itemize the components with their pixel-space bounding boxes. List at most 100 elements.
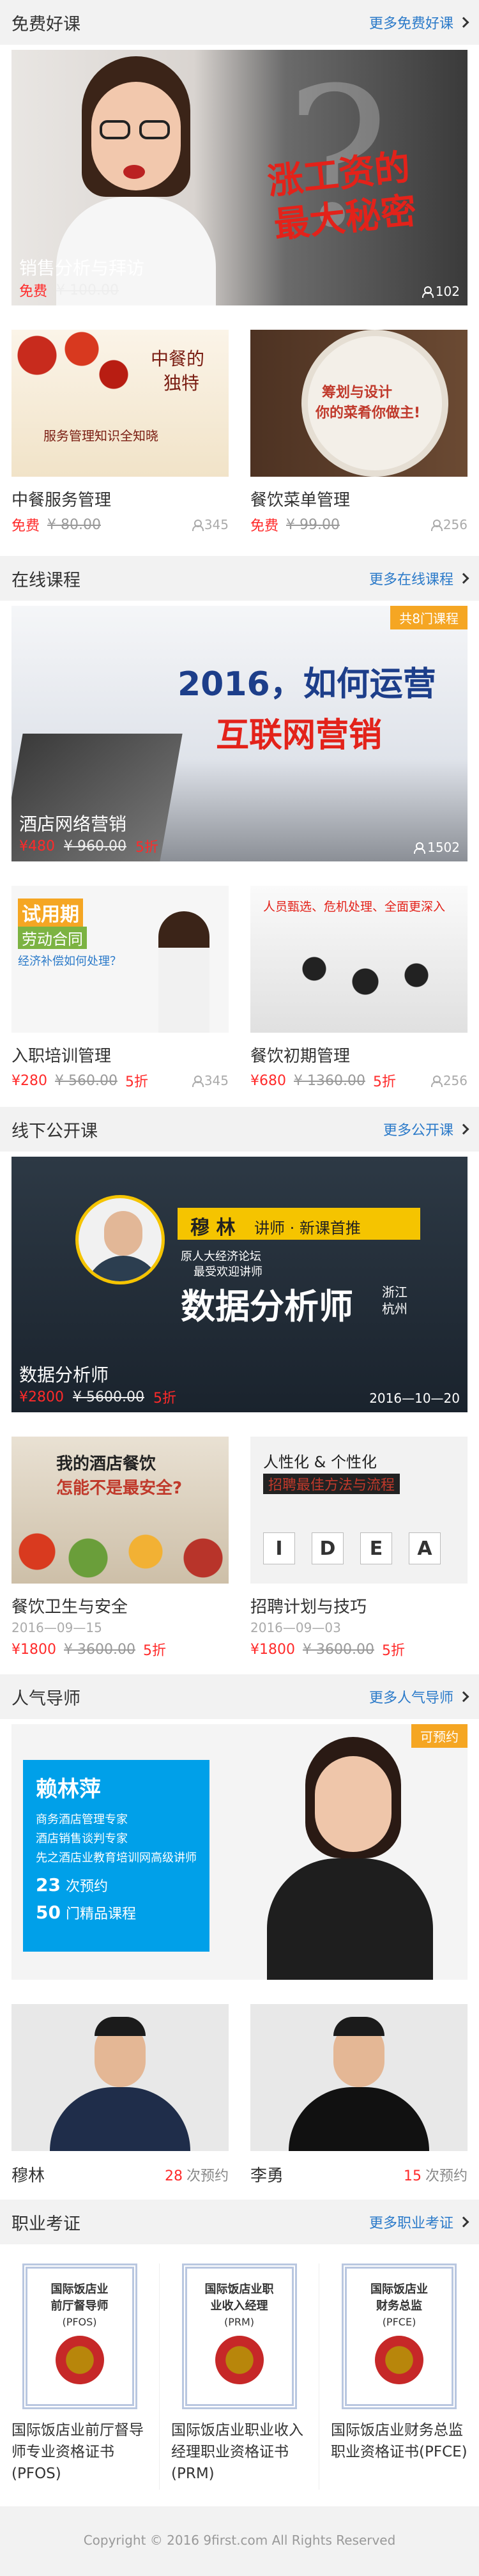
user-icon xyxy=(430,1076,443,1087)
more-mentor-link[interactable]: 更多人气导师 xyxy=(369,1686,469,1707)
art-title-1: 我的酒店餐饮 xyxy=(56,1454,156,1474)
hero-caption: 数据分析师 xyxy=(19,1364,109,1385)
more-online-link[interactable]: 更多在线课程 xyxy=(369,568,469,589)
cert-name: 国际饭店业职业收入经理职业资格证书(PRM) xyxy=(171,2422,303,2482)
course-stat: 50 门精品课程 xyxy=(36,1902,197,1923)
badge-title-2: 前厅督导师 xyxy=(50,2299,109,2313)
learner-count: 1502 xyxy=(413,840,460,855)
course-hero[interactable]: ? 涨工资的 最大秘密 销售分析与拜访 免费 ¥ 100.00 102 xyxy=(11,50,468,305)
banner-big-text: 数据分析师 xyxy=(181,1286,353,1327)
cert-badge: 国际饭店业 前厅督导师 (PFOS) xyxy=(22,2264,137,2409)
course-meta: 免费 ¥ 99.00 256 xyxy=(250,514,468,535)
mentor-card[interactable]: 李勇 15 次预约 xyxy=(250,2004,468,2186)
section-title: 职业考证 xyxy=(11,2214,80,2234)
course-hero[interactable]: 穆 林 讲师 · 新课首推 原人大经济论坛 最受欢迎讲师 数据分析师 浙江 杭州… xyxy=(11,1157,468,1412)
more-label: 更多人气导师 xyxy=(369,1690,453,1706)
course-image: 人员甄选、危机处理、全面更深入 xyxy=(250,886,468,1033)
section-header-online: 在线课程 更多在线课程 xyxy=(0,556,479,601)
mentor-row: 穆林 28 次预约 xyxy=(11,2163,229,2186)
mentor-name: 穆林 xyxy=(11,2166,45,2186)
badge-abbr: (PFOS) xyxy=(62,2316,97,2328)
original-price: ¥ 960.00 xyxy=(64,838,126,854)
course-card[interactable]: 筹划与设计 你的菜肴你做主! 餐饮菜单管理 免费 ¥ 99.00 256 xyxy=(250,330,468,535)
cert-card[interactable]: 国际饭店业职 业收入经理 (PRM) 国际饭店业职业收入经理职业资格证书(PRM… xyxy=(160,2264,319,2490)
course-card[interactable]: 人员甄选、危机处理、全面更深入 餐饮初期管理 ¥680 ¥ 1360.00 5折 2… xyxy=(250,886,468,1091)
badge-title-1: 国际饭店业 xyxy=(50,2283,109,2296)
mentor-card[interactable]: 穆林 28 次预约 xyxy=(11,2004,229,2186)
count-value: 102 xyxy=(435,284,460,299)
cert-card[interactable]: 国际饭店业 前厅督导师 (PFOS) 国际饭店业前厅督导师专业资格证书(PFOS… xyxy=(0,2264,160,2490)
course-hero[interactable]: 共8门课程 2016，如何运营 互联网营销 酒店网络营销 ¥480 ¥ 960.… xyxy=(11,606,468,861)
learner-count: 102 xyxy=(422,284,460,299)
section-body-offline: 穆 林 讲师 · 新课首推 原人大经济论坛 最受欢迎讲师 数据分析师 浙江 杭州… xyxy=(0,1152,479,1674)
course-image: 我的酒店餐饮 怎能不是最安全? xyxy=(11,1437,229,1584)
chevron-right-icon xyxy=(458,17,469,28)
booking-count: 15 次预约 xyxy=(404,2164,468,2185)
booking-number: 15 xyxy=(403,2168,422,2184)
badge-abbr: (PRM) xyxy=(224,2316,255,2328)
hero-caption: 销售分析与拜访 xyxy=(19,258,145,279)
course-card[interactable]: 我的酒店餐饮 怎能不是最安全? 餐饮卫生与安全 2016—09—15 ¥1800… xyxy=(11,1437,229,1660)
course-image: 人性化 & 个性化 招聘最佳方法与流程 I D E A xyxy=(250,1437,468,1584)
teacher-desc-2: 最受欢迎讲师 xyxy=(194,1265,262,1279)
badge-title-1: 国际饭店业职 xyxy=(204,2283,274,2296)
course-meta: ¥280 ¥ 560.00 5折 345 xyxy=(11,1070,229,1091)
badge-title-2: 业收入经理 xyxy=(210,2299,268,2313)
art-title-2: 独特 xyxy=(163,373,200,394)
cert-badge: 国际饭店业 财务总监 (PFCE) xyxy=(342,2264,457,2409)
stat-number: 50 xyxy=(36,1902,61,1923)
original-price: ¥ 560.00 xyxy=(55,1072,118,1089)
course-meta: 免费 ¥ 80.00 345 xyxy=(11,514,229,535)
teacher-avatar xyxy=(75,1195,165,1284)
hero-price: ¥480 ¥ 960.00 5折 xyxy=(19,836,158,856)
letter-block: E xyxy=(360,1532,392,1564)
badge-title-2: 财务总监 xyxy=(376,2299,422,2313)
user-icon xyxy=(192,520,204,531)
discount: 5折 xyxy=(135,840,158,856)
art-title-1: 中餐的 xyxy=(151,348,205,369)
section-body-mentor: 可预约 赖林萍 商务酒店管理专家 酒店销售谈判专家 先之酒店业教育培训网高级讲师… xyxy=(0,1719,479,2200)
price: ¥1800 xyxy=(250,1641,295,1658)
letter-block: A xyxy=(409,1532,441,1564)
cert-badge: 国际饭店业职 业收入经理 (PRM) xyxy=(181,2264,297,2409)
course-meta: ¥680 ¥ 1360.00 5折 256 xyxy=(250,1070,468,1091)
art-title-1: 人性化 & 个性化 xyxy=(263,1453,377,1471)
course-meta: ¥1800 ¥ 3600.00 5折 xyxy=(250,1639,468,1660)
price: ¥1800 xyxy=(11,1641,56,1658)
course-card[interactable]: 中餐的 独特 服务管理知识全知晓 中餐服务管理 免费 ¥ 80.00 345 xyxy=(11,330,229,535)
mentor-desc: 商务酒店管理专家 xyxy=(36,1813,128,1826)
mentor-hero[interactable]: 可预约 赖林萍 商务酒店管理专家 酒店销售谈判专家 先之酒店业教育培训网高级讲师… xyxy=(11,1724,468,1980)
original-price: ¥ 1360.00 xyxy=(294,1072,365,1089)
mentor-info-card: 赖林萍 商务酒店管理专家 酒店销售谈判专家 先之酒店业教育培训网高级讲师 23 次… xyxy=(23,1760,209,1952)
original-price: ¥ 3600.00 xyxy=(64,1641,135,1658)
course-name: 中餐服务管理 xyxy=(11,491,112,510)
price: ¥480 xyxy=(19,838,55,854)
letter-block: I xyxy=(263,1532,295,1564)
stat-label: 次预约 xyxy=(65,1879,108,1895)
cert-card[interactable]: 国际饭店业 财务总监 (PFCE) 国际饭店业财务总监职业资格证书(PFCE) xyxy=(319,2264,479,2490)
idea-blocks: I D E A xyxy=(263,1532,441,1564)
discount: 5折 xyxy=(142,1643,166,1659)
more-free-link[interactable]: 更多免费好课 xyxy=(369,12,469,33)
course-card[interactable]: 人性化 & 个性化 招聘最佳方法与流程 I D E A 招聘计划与技巧 2016… xyxy=(250,1437,468,1660)
section-title: 线下公开课 xyxy=(11,1121,98,1141)
mentor-photo xyxy=(267,1737,433,1980)
maple-leaves-art xyxy=(11,330,139,400)
more-offline-link[interactable]: 更多公开课 xyxy=(383,1119,469,1139)
user-icon xyxy=(430,520,443,531)
more-label: 更多职业考证 xyxy=(369,2216,453,2232)
stat-label: 门精品课程 xyxy=(65,1906,136,1922)
section-header-offline: 线下公开课 更多公开课 xyxy=(0,1107,479,1152)
price: 免费 xyxy=(250,518,279,534)
chevron-right-icon xyxy=(458,1691,469,1702)
course-card[interactable]: 试用期 劳动合同 经济补偿如何处理？ 入职培训管理 ¥280 ¥ 560.00 5折… xyxy=(11,886,229,1091)
more-cert-link[interactable]: 更多职业考证 xyxy=(369,2212,469,2232)
art-title-1: 试用期 xyxy=(18,899,83,927)
footer-copyright: Copyright © 2016 9first.com All Rights R… xyxy=(83,2532,396,2548)
course-name: 餐饮卫生与安全 xyxy=(11,1598,128,1617)
original-price: ¥ 3600.00 xyxy=(303,1641,374,1658)
section-header-free: 免费好课 更多免费好课 xyxy=(0,0,479,45)
price: ¥2800 xyxy=(19,1389,64,1405)
course-image: 中餐的 独特 服务管理知识全知晓 xyxy=(11,330,229,477)
user-icon xyxy=(192,1076,204,1087)
